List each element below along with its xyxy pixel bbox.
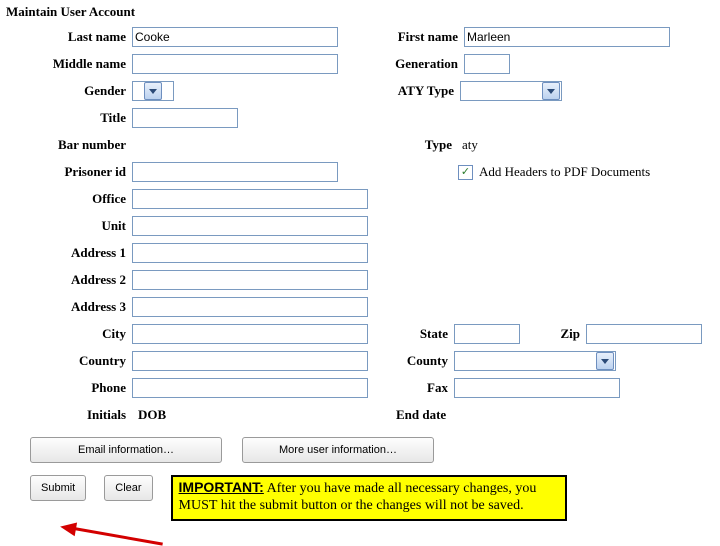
unit-input[interactable] — [132, 216, 368, 236]
address2-input[interactable] — [132, 270, 368, 290]
first-name-input[interactable] — [464, 27, 670, 47]
address1-input[interactable] — [132, 243, 368, 263]
submit-button[interactable]: Submit — [30, 475, 86, 501]
last-name-label: Last name — [6, 29, 132, 45]
city-label: City — [6, 326, 132, 342]
city-input[interactable] — [132, 324, 368, 344]
zip-input[interactable] — [586, 324, 702, 344]
add-headers-label: Add Headers to PDF Documents — [479, 164, 650, 180]
fax-label: Fax — [388, 380, 454, 396]
generation-label: Generation — [368, 56, 464, 72]
aty-type-select[interactable] — [460, 81, 562, 101]
address2-label: Address 2 — [6, 272, 132, 288]
last-name-input[interactable] — [132, 27, 338, 47]
address1-label: Address 1 — [6, 245, 132, 261]
red-arrow-icon — [74, 527, 164, 530]
clear-button[interactable]: Clear — [104, 475, 152, 501]
office-label: Office — [6, 191, 132, 207]
bar-number-label: Bar number — [6, 137, 132, 153]
page-title: Maintain User Account — [0, 0, 720, 26]
end-date-label: End date — [356, 407, 452, 423]
middle-name-input[interactable] — [132, 54, 338, 74]
county-select[interactable] — [454, 351, 616, 371]
country-label: Country — [6, 353, 132, 369]
initials-label: Initials — [6, 407, 132, 423]
country-input[interactable] — [132, 351, 368, 371]
chevron-down-icon — [542, 82, 560, 100]
prisoner-id-label: Prisoner id — [6, 164, 132, 180]
address3-input[interactable] — [132, 297, 368, 317]
gender-select[interactable] — [132, 81, 174, 101]
fax-input[interactable] — [454, 378, 620, 398]
type-value: aty — [458, 137, 478, 153]
type-label: Type — [362, 137, 458, 153]
chevron-down-icon — [596, 352, 614, 370]
dob-label: DOB — [132, 407, 166, 423]
checkmark-icon: ✓ — [461, 167, 470, 178]
state-label: State — [388, 326, 454, 342]
office-input[interactable] — [132, 189, 368, 209]
important-note: IMPORTANT: After you have made all neces… — [171, 475, 567, 521]
zip-label: Zip — [540, 326, 586, 342]
phone-input[interactable] — [132, 378, 368, 398]
note-prefix: IMPORTANT: — [179, 479, 264, 495]
title-input[interactable] — [132, 108, 238, 128]
prisoner-id-input[interactable] — [132, 162, 338, 182]
email-info-button[interactable]: Email information… — [30, 437, 222, 463]
aty-type-label: ATY Type — [364, 83, 460, 99]
user-form: Last name First name Middle name Generat… — [0, 26, 720, 426]
address3-label: Address 3 — [6, 299, 132, 315]
state-input[interactable] — [454, 324, 520, 344]
generation-input[interactable] — [464, 54, 510, 74]
first-name-label: First name — [368, 29, 464, 45]
more-user-info-button[interactable]: More user information… — [242, 437, 434, 463]
add-headers-checkbox[interactable]: ✓ — [458, 165, 473, 180]
chevron-down-icon — [144, 82, 162, 100]
phone-label: Phone — [6, 380, 132, 396]
title-label: Title — [6, 110, 132, 126]
county-label: County — [388, 353, 454, 369]
middle-name-label: Middle name — [6, 56, 132, 72]
gender-label: Gender — [6, 83, 132, 99]
unit-label: Unit — [6, 218, 132, 234]
